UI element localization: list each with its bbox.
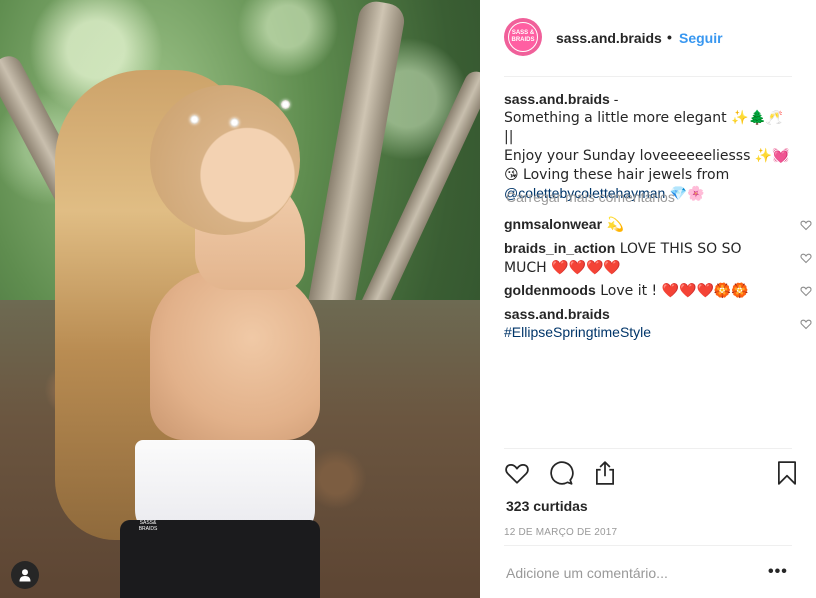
- header-username-link[interactable]: sass.and.braids: [556, 30, 662, 46]
- share-icon[interactable]: [592, 460, 618, 486]
- avatar-text-bottom: BRAIDS: [511, 37, 535, 43]
- profile-tag-button[interactable]: [11, 561, 39, 589]
- post-header: SASS & BRAIDS sass.and.braids • Seguir: [480, 0, 816, 76]
- avatar[interactable]: SASS & BRAIDS: [504, 18, 542, 56]
- comment-item: braids_in_action LOVE THIS SO SO MUCH ❤️…: [504, 239, 774, 277]
- photo-back: [150, 270, 320, 440]
- user-icon: [19, 569, 31, 582]
- comment-icon[interactable]: [548, 460, 574, 486]
- caption-dash: -: [609, 91, 619, 107]
- load-more-comments-button[interactable]: Carregar mais comentários: [506, 188, 675, 206]
- avatar-logo: SASS & BRAIDS: [508, 22, 538, 52]
- hair-jewel: [190, 115, 199, 124]
- bookmark-icon[interactable]: [774, 460, 800, 486]
- comment-like-heart-icon[interactable]: [800, 252, 812, 264]
- caption-line-2: Enjoy your Sunday loveeeeeeliesss ✨💓: [504, 148, 790, 164]
- hair-jewel: [281, 100, 290, 109]
- likes-count[interactable]: 323 curtidas: [506, 498, 588, 514]
- comment-hashtag-link[interactable]: #EllipseSpringtimeStyle: [504, 324, 651, 340]
- follow-button[interactable]: Seguir: [679, 30, 723, 46]
- comment-author-link[interactable]: goldenmoods: [504, 282, 596, 298]
- actions-divider: [504, 448, 792, 449]
- comment-author-link[interactable]: sass.and.braids: [504, 306, 610, 322]
- comment-item: goldenmoods Love it ! ❤️❤️❤️🏵️🏵️: [504, 281, 774, 300]
- comment-like-heart-icon[interactable]: [800, 285, 812, 297]
- post-caption: sass.and.braids - Something a little mor…: [504, 90, 792, 203]
- comment-item: gnmsalonwear 💫: [504, 215, 774, 234]
- avatar-text-top: SASS &: [511, 30, 535, 36]
- hair-jewel: [230, 118, 239, 127]
- comment-author-link[interactable]: gnmsalonwear: [504, 216, 602, 232]
- photo-head: [150, 85, 300, 235]
- heart-icon[interactable]: [504, 460, 530, 486]
- header-divider: [504, 76, 792, 77]
- comment-text: 💫: [602, 217, 624, 233]
- comments-section: sass.and.braids - Something a little mor…: [504, 90, 812, 340]
- caption-author-link[interactable]: sass.and.braids: [504, 91, 610, 107]
- comment-like-heart-icon[interactable]: [800, 219, 812, 231]
- comment-author-link[interactable]: braids_in_action: [504, 240, 615, 256]
- comment-input-divider: [504, 545, 792, 546]
- watermark-bottom: BRAIDS: [138, 526, 158, 532]
- more-options-button[interactable]: •••: [768, 563, 788, 581]
- caption-line-1: Something a little more elegant ✨🌲🥂 ||: [504, 110, 784, 145]
- comment-item: sass.and.braids #EllipseSpringtimeStyle: [504, 305, 774, 341]
- photo-watermark: SASS& BRAIDS: [137, 520, 159, 532]
- comment-text: Love it ! ❤️❤️❤️🏵️🏵️: [595, 283, 749, 299]
- caption-line-3: 😘 Loving these hair jewels from: [504, 167, 730, 183]
- post-actions-bar: [504, 458, 804, 490]
- header-separator: •: [667, 29, 672, 45]
- comment-like-heart-icon[interactable]: [800, 318, 812, 330]
- add-comment-input[interactable]: Adicione um comentário...: [506, 565, 668, 581]
- post-photo[interactable]: SASS& BRAIDS: [0, 0, 480, 598]
- post-details-panel: SASS & BRAIDS sass.and.braids • Seguir s…: [480, 0, 816, 598]
- post-date: 12 DE MARÇO DE 2017: [504, 527, 618, 538]
